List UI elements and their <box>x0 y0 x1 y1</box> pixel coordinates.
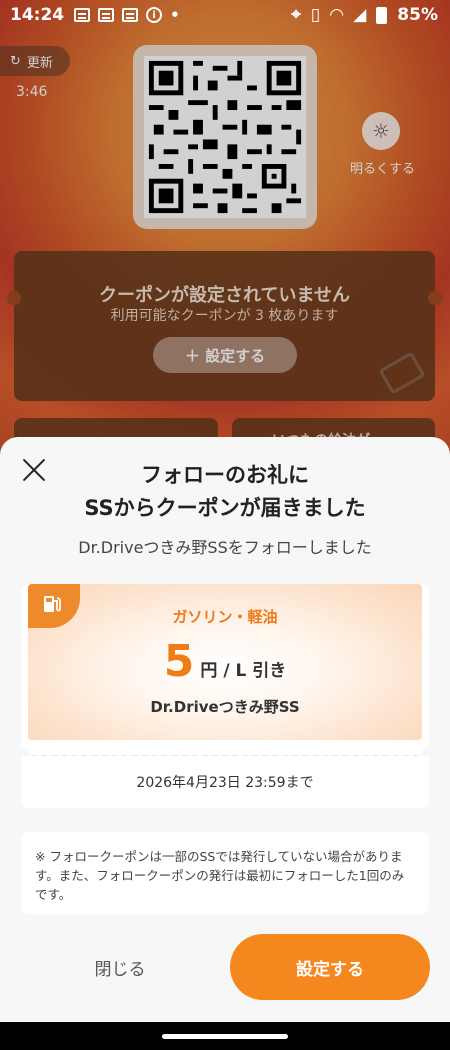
close-button[interactable]: 閉じる <box>50 934 190 1000</box>
fuel-type: ガソリン・軽油 <box>172 608 278 626</box>
status-bar: 14:24 i • ⌖ ▯ ◠ ◢ 85% <box>0 0 450 30</box>
coupon-expiry: 2026年4月23日 23:59まで <box>21 756 429 808</box>
discount-amount: 5円 / L 引き <box>28 636 422 687</box>
signal-icon: ◢ <box>353 5 367 25</box>
sheet-subtitle: Dr.Driveつきみ野SSをフォローしました <box>78 538 372 557</box>
wifi-icon: ◠ <box>330 5 344 25</box>
location-icon: ⌖ <box>291 5 301 25</box>
navigation-bar <box>0 1022 450 1050</box>
battery-icon <box>376 6 388 24</box>
discount-unit: 円 / L 引き <box>200 661 287 681</box>
info-icon: i <box>146 7 163 23</box>
coupon-received-sheet: フォローのお礼に SSからクーポンが届きました Dr.Driveつきみ野SSをフ… <box>0 437 450 1022</box>
coupon-card: ガソリン・軽油 5円 / L 引き Dr.Driveつきみ野SS <box>21 584 429 756</box>
battery-percent: 85% <box>397 5 438 25</box>
follow-coupon-note: ※ フォロークーポンは一部のSSでは発行していない場合があります。また、フォロー… <box>21 832 429 914</box>
set-coupon-button[interactable]: 設定する <box>230 934 430 1000</box>
vibrate-icon: ▯ <box>310 5 321 25</box>
more-notifications-dot: • <box>170 6 180 24</box>
status-time: 14:24 <box>10 5 65 25</box>
sheet-title-line1: フォローのお礼に <box>141 463 309 487</box>
sheet-title: フォローのお礼に SSからクーポンが届きました <box>0 459 450 525</box>
home-gesture-handle[interactable] <box>162 1034 288 1039</box>
notification-icon <box>98 8 115 22</box>
discount-value: 5 <box>163 636 195 687</box>
notification-icon <box>122 8 139 22</box>
notification-icon <box>74 8 91 22</box>
sheet-title-line2: SSからクーポンが届きました <box>84 496 366 520</box>
coupon-body: ガソリン・軽油 5円 / L 引き Dr.Driveつきみ野SS <box>28 584 422 740</box>
station-name: Dr.Driveつきみ野SS <box>150 698 300 716</box>
